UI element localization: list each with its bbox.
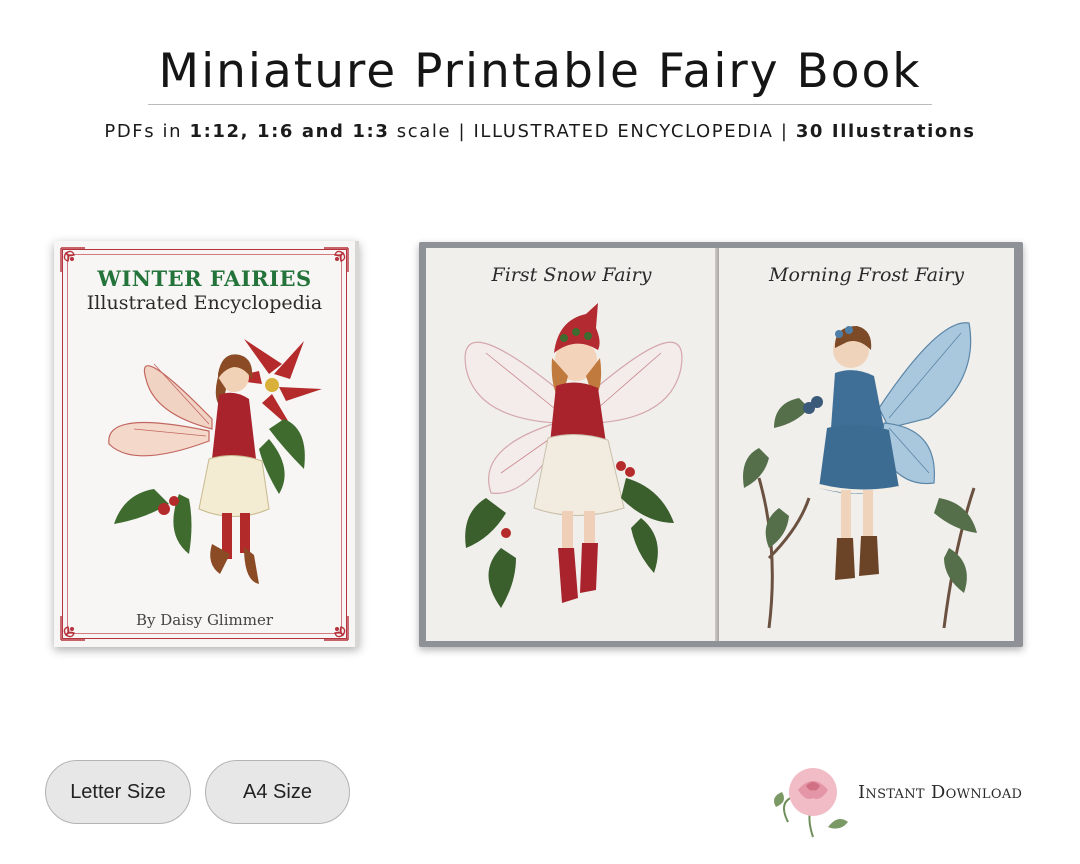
book-cover: WINTER FAIRIES Illustrated Encyclopedia [54,241,359,647]
right-page-title: Morning Frost Fairy [769,264,964,286]
cover-title: WINTER FAIRIES [97,266,312,291]
letter-size-button[interactable]: Letter Size [45,760,191,824]
subtitle: PDFs in 1:12, 1:6 and 1:3 scale | ILLUST… [0,121,1080,142]
a4-size-button[interactable]: A4 Size [205,760,350,824]
subtitle-prefix: PDFs in [104,121,190,142]
poinsettia-fairy-illustration [108,339,322,584]
cover-subtitle: Illustrated Encyclopedia [86,292,323,314]
left-page-title: First Snow Fairy [491,264,652,286]
open-book: First Snow Fairy Morning Frost Fairy [419,242,1023,647]
subtitle-count: 30 Illustrations [795,121,976,142]
page-title: Miniature Printable Fairy Book [158,44,922,99]
cover-author: By Daisy Glimmer [135,611,274,629]
morning-frost-fairy-illustration [743,322,977,629]
first-snow-fairy-illustration [464,303,683,608]
rose-icon [774,768,848,838]
subtitle-middle: scale | ILLUSTRATED ENCYCLOPEDIA | [389,121,796,142]
subtitle-scales: 1:12, 1:6 and 1:3 [189,121,390,142]
left-page: First Snow Fairy [426,248,717,641]
instant-download-label: Instant Download [858,782,1023,803]
right-page: Morning Frost Fairy [719,248,1014,641]
title-divider [148,104,932,105]
